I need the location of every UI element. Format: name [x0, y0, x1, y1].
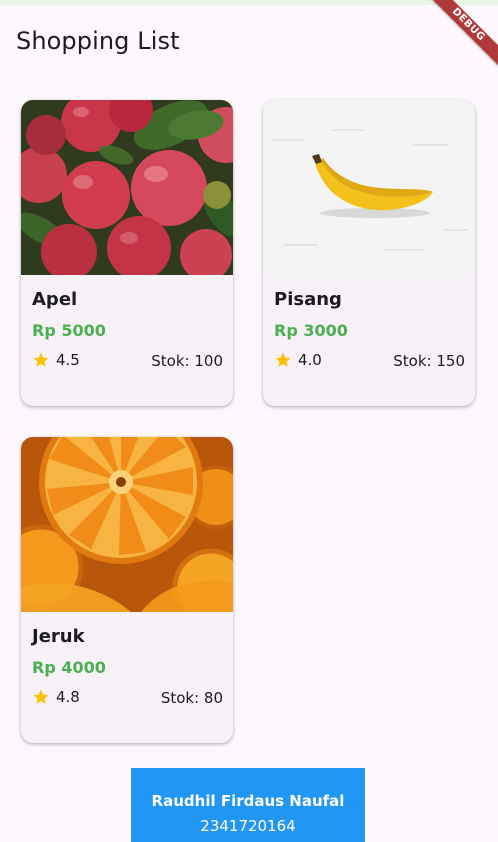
- product-price: Rp 4000: [32, 658, 106, 677]
- star-icon: [33, 689, 49, 704]
- product-image-jeruk: [21, 437, 233, 612]
- product-stock: Stok: 100: [151, 352, 223, 370]
- product-stock: Stok: 150: [393, 352, 465, 370]
- product-price: Rp 5000: [32, 321, 106, 340]
- product-name: Jeruk: [32, 626, 85, 647]
- rating-value: 4.0: [298, 351, 322, 369]
- author-student-id: 2341720164: [200, 817, 296, 835]
- star-icon: [275, 352, 291, 367]
- product-card-pisang[interactable]: Pisang Rp 3000 4.0 Stok: 150: [263, 100, 475, 406]
- debug-label: DEBUG: [420, 0, 498, 73]
- product-image-apel: [21, 100, 233, 275]
- product-stock: Stok: 80: [160, 689, 223, 707]
- debug-banner: DEBUG: [418, 0, 498, 80]
- product-card-apel[interactable]: Apel Rp 5000 4.5 Stok: 100: [21, 100, 233, 406]
- product-name: Apel: [32, 289, 78, 310]
- author-footer: Raudhil Firdaus Naufal 2341720164: [131, 768, 365, 842]
- product-image-pisang: [263, 100, 475, 275]
- rating-value: 4.5: [56, 351, 80, 369]
- product-price: Rp 3000: [274, 321, 348, 340]
- rating-value: 4.8: [56, 688, 80, 706]
- author-name: Raudhil Firdaus Naufal: [151, 792, 345, 810]
- product-name: Pisang: [274, 289, 342, 310]
- star-icon: [33, 352, 49, 367]
- product-rating: 4.8: [32, 688, 80, 706]
- product-card-jeruk[interactable]: Jeruk Rp 4000 4.8 Stok: 80: [21, 437, 233, 743]
- page-title: Shopping List: [16, 27, 180, 55]
- product-rating: 4.0: [274, 351, 322, 369]
- product-rating: 4.5: [32, 351, 80, 369]
